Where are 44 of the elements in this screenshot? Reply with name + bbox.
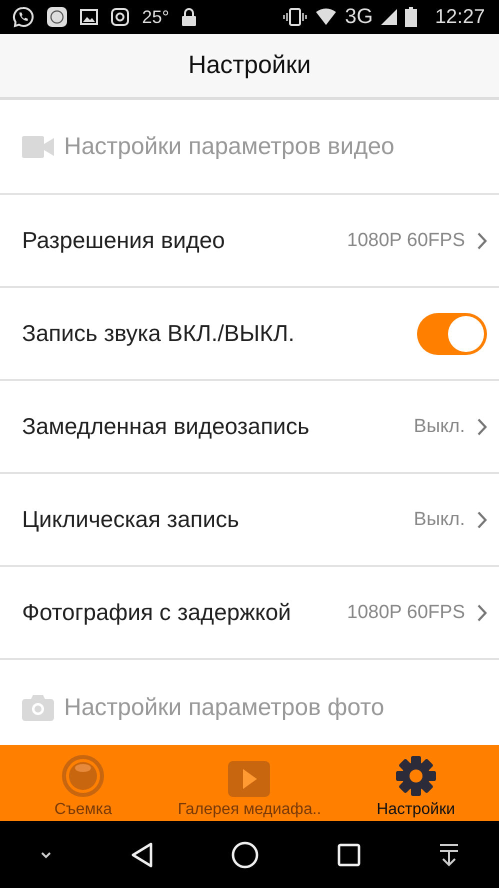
play-icon bbox=[228, 761, 270, 797]
video-camera-icon bbox=[22, 136, 54, 158]
setting-label: Запись звука ВКЛ./ВЫКЛ. bbox=[22, 320, 296, 347]
network-type: 3G bbox=[344, 5, 373, 29]
chevron-icon bbox=[477, 510, 487, 528]
image-icon bbox=[80, 9, 98, 25]
setting-value: Выкл. bbox=[414, 508, 465, 530]
setting-label: Замедленная видеозапись bbox=[22, 413, 310, 440]
chevron-down-icon[interactable] bbox=[38, 850, 53, 860]
vibrate-icon bbox=[282, 8, 307, 26]
back-icon[interactable] bbox=[130, 842, 154, 868]
settings-row[interactable]: Разрешения видео 1080P 60FPS bbox=[0, 195, 499, 288]
toggle-switch[interactable] bbox=[417, 312, 487, 354]
battery-icon bbox=[404, 7, 417, 27]
chevron-icon bbox=[477, 418, 487, 436]
tab[interactable]: Настройки bbox=[332, 745, 499, 821]
settings-row[interactable]: Замедленная видеозапись Выкл. bbox=[0, 381, 499, 474]
setting-label: Разрешения видео bbox=[22, 227, 226, 254]
camera-app-icon bbox=[110, 7, 130, 27]
section-title: Настройки параметров фото bbox=[64, 694, 384, 722]
setting-label: Циклическая запись bbox=[22, 506, 240, 533]
setting-label: Фотография с задержкой bbox=[22, 599, 292, 626]
camera-icon bbox=[22, 694, 54, 720]
screen-title: Настройки bbox=[188, 51, 311, 80]
home-icon[interactable] bbox=[231, 840, 260, 868]
setting-value: 1080P 60FPS bbox=[347, 602, 465, 624]
lock-icon bbox=[181, 7, 198, 27]
phone-app-icon bbox=[12, 6, 34, 28]
signal-icon bbox=[380, 9, 397, 25]
settings-icon bbox=[394, 755, 437, 797]
chevron-icon bbox=[477, 232, 487, 250]
section-title: Настройки параметров видео bbox=[64, 132, 394, 160]
clock: 12:27 bbox=[434, 6, 485, 28]
wifi-icon bbox=[314, 8, 337, 26]
settings-row[interactable]: Циклическая запись Выкл. bbox=[0, 474, 499, 567]
setting-value: 1080P 60FPS bbox=[347, 230, 465, 252]
temperature: 25° bbox=[142, 6, 170, 28]
notification-pull-icon[interactable] bbox=[438, 842, 460, 866]
recent-apps-icon[interactable] bbox=[336, 842, 361, 866]
settings-row[interactable]: Фотография с задержкой 1080P 60FPS bbox=[0, 567, 499, 660]
record-icon bbox=[62, 755, 104, 797]
setting-value: Выкл. bbox=[414, 416, 465, 438]
app-icon bbox=[46, 6, 68, 28]
chevron-icon bbox=[477, 604, 487, 622]
